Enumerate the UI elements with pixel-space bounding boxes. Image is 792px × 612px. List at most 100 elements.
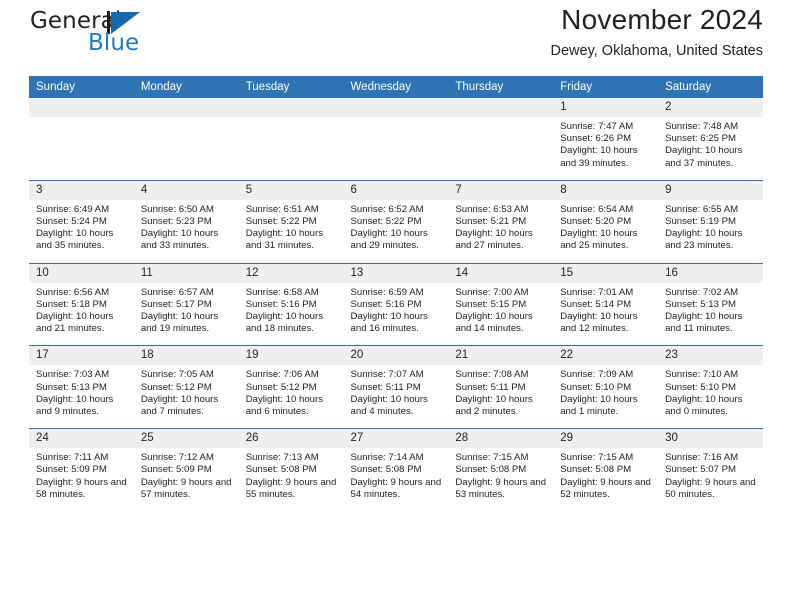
sunset-text: Sunset: 5:16 PM [245,298,317,310]
calendar-day-cell[interactable]: 29 Sunrise: 7:15 AM Sunset: 5:08 PM Dayligh… [553,428,659,512]
calendar-day-cell[interactable]: 14 Sunrise: 7:00 AM Sunset: 5:15 PM Dayligh… [448,262,554,346]
sunset-text: Sunset: 5:12 PM [140,381,212,393]
sunrise-text: Sunrise: 7:14 AM [350,452,424,464]
calendar-day-cell[interactable]: 16 Sunrise: 7:02 AM Sunset: 5:13 PM Dayligh… [658,262,763,346]
calendar-day-cell[interactable]: 12 Sunrise: 6:58 AM Sunset: 5:16 PM Dayligh… [238,262,344,346]
sunset-text: Sunset: 6:26 PM [560,133,632,145]
day-number: 7 [448,180,554,200]
daylight-text: Daylight: 10 hours and 1 minute. [560,393,638,418]
day-details: Sunrise: 7:09 AM Sunset: 5:10 PM Daylight:… [553,365,658,428]
day-details: Sunrise: 6:50 AM Sunset: 5:23 PM Daylight:… [134,200,239,263]
calendar-day-cell[interactable]: 13 Sunrise: 6:59 AM Sunset: 5:16 PM Dayligh… [343,262,449,346]
sunset-text: Sunset: 5:22 PM [350,216,422,228]
day-number: 21 [448,346,554,366]
day-number: 20 [343,346,449,366]
day-details: Sunrise: 7:05 AM Sunset: 5:12 PM Daylight:… [134,365,239,428]
page-title: November 2024 [561,4,763,35]
sunrise-text: Sunrise: 6:56 AM [36,286,110,298]
day-number: 10 [29,263,134,283]
sunrise-text: Sunrise: 6:57 AM [140,286,214,298]
daylight-text: Daylight: 10 hours and 39 minutes. [560,145,638,169]
day-number: 27 [343,429,449,449]
calendar-day-cell[interactable]: 17 Sunrise: 7:03 AM Sunset: 5:13 PM Dayligh… [29,345,134,429]
daylight-text: Daylight: 10 hours and 0 minutes. [665,393,743,418]
sunrise-text: Sunrise: 7:05 AM [140,369,214,381]
sunrise-text: Sunrise: 6:49 AM [36,203,110,215]
calendar-day-cell[interactable]: 15 Sunrise: 7:01 AM Sunset: 5:14 PM Dayligh… [553,262,659,346]
calendar-day-cell[interactable]: 26 Sunrise: 7:13 AM Sunset: 5:08 PM Dayligh… [238,428,344,512]
calendar-day-cell[interactable]: 30 Sunrise: 7:16 AM Sunset: 5:07 PM Dayligh… [658,428,763,512]
daylight-text: Daylight: 10 hours and 19 minutes. [140,311,219,335]
sunset-text: Sunset: 5:21 PM [455,216,527,228]
daylight-text: Daylight: 10 hours and 31 minutes. [245,228,324,252]
calendar-day-cell[interactable]: 6 Sunrise: 6:52 AM Sunset: 5:22 PM Daylight… [343,179,449,264]
day-number: 26 [238,429,344,449]
calendar-day-cell[interactable]: 8 Sunrise: 6:54 AM Sunset: 5:20 PM Daylight… [553,179,659,264]
day-number [133,98,239,117]
weekday-header-friday: Friday [553,76,659,98]
day-number: 13 [343,263,449,283]
calendar-day-cell[interactable]: 23 Sunrise: 7:10 AM Sunset: 5:10 PM Dayligh… [658,345,763,429]
calendar-day-cell[interactable]: 7 Sunrise: 6:53 AM Sunset: 5:21 PM Daylight… [448,179,554,264]
day-number [343,98,449,117]
day-number: 3 [29,180,134,200]
calendar-day-cell[interactable]: 20 Sunrise: 7:07 AM Sunset: 5:11 PM Dayligh… [343,345,449,429]
day-details: Sunrise: 6:58 AM Sunset: 5:16 PM Daylight:… [239,283,344,346]
day-details: Sunrise: 7:47 AM Sunset: 6:26 PM Daylight:… [553,117,658,180]
sunset-text: Sunset: 5:08 PM [455,464,527,476]
calendar-day-cell[interactable]: 1 Sunrise: 7:47 AM Sunset: 6:26 PM Daylight… [553,98,659,180]
sunset-text: Sunset: 5:23 PM [140,216,212,228]
sunset-text: Sunset: 5:14 PM [560,298,632,310]
weekday-header-saturday: Saturday [658,76,763,98]
weekday-header-monday: Monday [133,76,239,98]
calendar-day-cell[interactable]: 10 Sunrise: 6:56 AM Sunset: 5:18 PM Dayligh… [29,262,134,346]
sunset-text: Sunset: 5:11 PM [350,381,421,393]
sunset-text: Sunset: 5:10 PM [665,381,736,393]
day-details: Sunrise: 7:03 AM Sunset: 5:13 PM Daylight:… [29,365,134,428]
brand-logo[interactable]: General Blue [30,8,160,66]
day-details: Sunrise: 6:54 AM Sunset: 5:20 PM Daylight:… [553,200,658,263]
calendar-day-cell[interactable]: 2 Sunrise: 7:48 AM Sunset: 6:25 PM Daylight… [658,98,763,180]
sunset-text: Sunset: 5:08 PM [350,464,422,476]
calendar-day-cell[interactable]: 11 Sunrise: 6:57 AM Sunset: 5:17 PM Dayligh… [133,262,239,346]
calendar-day-cell[interactable]: 19 Sunrise: 7:06 AM Sunset: 5:12 PM Dayligh… [238,345,344,429]
daylight-text: Daylight: 10 hours and 12 minutes. [560,311,638,335]
sunset-text: Sunset: 6:25 PM [665,133,736,145]
day-details: Sunrise: 6:57 AM Sunset: 5:17 PM Daylight:… [134,283,239,346]
day-number [29,98,134,117]
sunset-text: Sunset: 5:20 PM [560,216,632,228]
day-details: Sunrise: 7:11 AM Sunset: 5:09 PM Daylight:… [29,448,134,511]
calendar-day-cell[interactable]: 22 Sunrise: 7:09 AM Sunset: 5:10 PM Dayligh… [553,345,659,429]
calendar-day-cell[interactable]: 9 Sunrise: 6:55 AM Sunset: 5:19 PM Daylight… [658,179,763,264]
weekday-header-row: Sunday Monday Tuesday Wednesday Thursday… [29,76,763,98]
sunrise-text: Sunrise: 6:52 AM [350,203,424,215]
daylight-text: Daylight: 10 hours and 18 minutes. [245,311,324,335]
calendar-day-cell[interactable]: 18 Sunrise: 7:05 AM Sunset: 5:12 PM Dayligh… [133,345,239,429]
day-details: Sunrise: 7:02 AM Sunset: 5:13 PM Daylight:… [658,283,763,346]
page-subtitle: Dewey, Oklahoma, United States [550,43,764,60]
calendar-day-cell[interactable]: 27 Sunrise: 7:14 AM Sunset: 5:08 PM Dayligh… [343,428,449,512]
sunset-text: Sunset: 5:13 PM [36,381,107,393]
daylight-text: Daylight: 10 hours and 27 minutes. [455,228,533,252]
sunset-text: Sunset: 5:09 PM [140,464,212,476]
calendar-day-cell[interactable]: 3 Sunrise: 6:49 AM Sunset: 5:24 PM Daylight… [29,179,134,264]
calendar-day-cell[interactable]: 28 Sunrise: 7:15 AM Sunset: 5:08 PM Dayligh… [448,428,554,512]
brand-name-blue: Blue [88,30,140,56]
daylight-text: Daylight: 10 hours and 37 minutes. [665,145,743,169]
day-number: 17 [29,346,134,366]
calendar-day-cell[interactable]: 5 Sunrise: 6:51 AM Sunset: 5:22 PM Daylight… [238,179,344,264]
sunrise-text: Sunrise: 7:15 AM [560,452,634,464]
sunrise-text: Sunrise: 7:13 AM [245,452,319,464]
sunrise-text: Sunrise: 7:03 AM [36,369,110,381]
sunrise-text: Sunrise: 6:51 AM [245,203,319,215]
day-details: Sunrise: 7:12 AM Sunset: 5:09 PM Daylight:… [134,448,239,511]
calendar-day-cell[interactable]: 4 Sunrise: 6:50 AM Sunset: 5:23 PM Daylight… [133,179,239,264]
day-number: 9 [658,180,763,200]
calendar-day-cell[interactable]: 21 Sunrise: 7:08 AM Sunset: 5:11 PM Dayligh… [448,345,554,429]
day-number: 16 [658,263,763,283]
sunset-text: Sunset: 5:12 PM [245,381,317,393]
title-block: November 2024 Dewey, Oklahoma, United St… [551,4,764,59]
calendar-day-cell[interactable]: 24 Sunrise: 7:11 AM Sunset: 5:09 PM Dayligh… [29,428,134,512]
calendar-day-cell[interactable]: 25 Sunrise: 7:12 AM Sunset: 5:09 PM Dayligh… [133,428,239,512]
sunset-text: Sunset: 5:09 PM [36,464,107,476]
